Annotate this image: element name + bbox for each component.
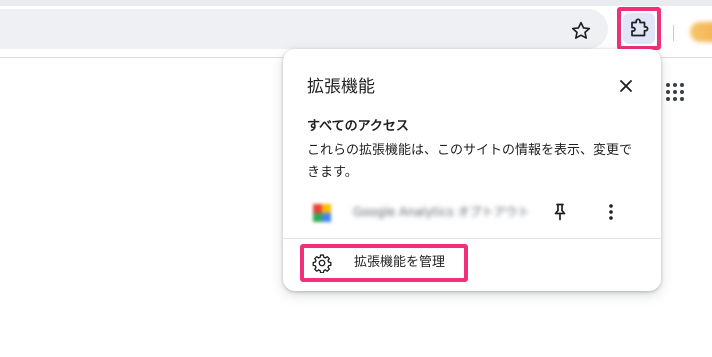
gear-icon <box>312 253 332 274</box>
more-options-button[interactable] <box>599 200 623 224</box>
manage-extensions-label: 拡張機能を管理 <box>354 255 446 270</box>
bookmark-star-icon[interactable] <box>569 19 593 43</box>
section-description: これらの拡張機能は、このサイトの情報を表示、変更できます。 <box>307 143 633 180</box>
more-vert-icon <box>609 204 613 220</box>
close-button[interactable] <box>614 74 638 98</box>
popup-title: 拡張機能 <box>307 77 375 97</box>
extension-list-item[interactable]: Google Analytics オプトアウト <box>283 195 661 229</box>
extension-name: Google Analytics オプトアウト <box>353 205 530 219</box>
google-analytics-favicon <box>311 202 333 224</box>
section-heading: すべてのアクセス <box>307 119 409 134</box>
profile-chip[interactable] <box>690 22 712 42</box>
apps-grid-icon[interactable] <box>666 83 686 103</box>
address-bar[interactable] <box>0 9 608 49</box>
puzzle-piece-icon <box>631 18 649 37</box>
extensions-button[interactable] <box>623 13 655 44</box>
popup-divider <box>283 238 661 239</box>
pin-icon <box>554 203 566 221</box>
extensions-menu: 拡張機能 すべてのアクセス これらの拡張機能は、このサイトの情報を表示、変更でき… <box>283 49 661 291</box>
manage-extensions-button[interactable]: 拡張機能を管理 <box>304 248 464 278</box>
close-icon <box>620 80 632 92</box>
toolbar-divider <box>673 25 674 41</box>
pin-button[interactable] <box>548 200 572 224</box>
